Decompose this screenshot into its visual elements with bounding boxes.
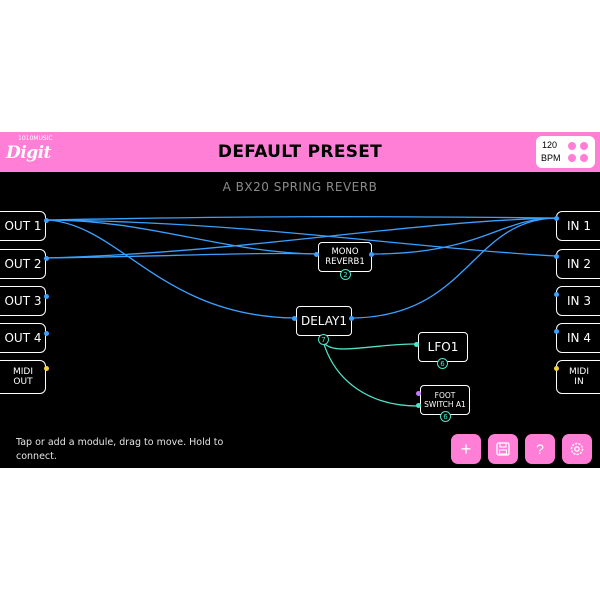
jack-port[interactable]	[44, 256, 49, 261]
jack-port[interactable]	[554, 329, 559, 334]
jack-label: OUT 2	[4, 257, 42, 271]
jack-port[interactable]	[554, 216, 559, 221]
help-hint: Tap or add a module, drag to move. Hold …	[16, 437, 224, 462]
midi-out-jack[interactable]: MIDI OUT	[0, 360, 46, 394]
module-output-port[interactable]	[369, 252, 374, 257]
jack-label: OUT 3	[4, 294, 42, 308]
help-icon: ?	[536, 441, 544, 457]
jack-label: MIDI IN	[568, 367, 589, 387]
input-jack-4[interactable]: IN 4	[556, 323, 600, 353]
audio-cable	[46, 219, 295, 319]
module-label: FOOT SWITCH A1	[424, 391, 466, 409]
output-jack-2[interactable]: OUT 2	[0, 249, 46, 279]
audio-cable	[46, 252, 317, 259]
jack-port[interactable]	[554, 292, 559, 297]
output-jack-4[interactable]: OUT 4	[0, 323, 46, 353]
jack-label: OUT 1	[4, 219, 42, 233]
jack-label: IN 1	[567, 219, 591, 233]
input-jack-3[interactable]: IN 3	[556, 286, 600, 316]
jack-port[interactable]	[554, 254, 559, 259]
jack-label: MIDI OUT	[12, 367, 33, 387]
input-jack-1[interactable]: IN 1	[556, 211, 600, 241]
module-output-port[interactable]	[349, 316, 354, 321]
module-badge: 7	[318, 334, 329, 345]
module-input-port[interactable]	[292, 316, 297, 321]
midi-port[interactable]	[554, 366, 559, 371]
cv-cable	[322, 340, 419, 407]
cv-cable	[322, 340, 417, 350]
digit-app-window: 1010MUSIC Digit DEFAULT PRESET 120 BPM A…	[0, 132, 600, 468]
jack-label: IN 4	[567, 331, 591, 345]
audio-cable	[352, 217, 557, 319]
module-delay[interactable]: DELAY1	[296, 306, 352, 336]
save-icon	[496, 442, 510, 456]
patch-cables	[46, 216, 557, 407]
plus-icon: +	[460, 438, 472, 459]
module-badge: 2	[340, 269, 351, 280]
save-button[interactable]	[488, 434, 518, 464]
jack-label: IN 2	[567, 257, 591, 271]
module-input-port[interactable]	[314, 252, 319, 257]
midi-port[interactable]	[44, 366, 49, 371]
settings-icon	[570, 442, 584, 456]
settings-button[interactable]	[562, 434, 592, 464]
module-badge: 6	[437, 358, 448, 369]
jack-port[interactable]	[44, 294, 49, 299]
output-jack-3[interactable]: OUT 3	[0, 286, 46, 316]
output-jack-1[interactable]: OUT 1	[0, 211, 46, 241]
audio-cable	[46, 217, 557, 259]
module-label: MONO REVERB1	[325, 247, 365, 267]
module-mono-reverb[interactable]: MONO REVERB1	[318, 242, 372, 272]
module-label: DELAY1	[300, 314, 348, 328]
help-button[interactable]: ?	[525, 434, 555, 464]
jack-label: IN 3	[567, 294, 591, 308]
module-input-port[interactable]	[414, 342, 419, 347]
audio-cable	[46, 216, 557, 221]
module-input-port[interactable]	[416, 403, 421, 408]
jack-port[interactable]	[44, 218, 49, 223]
add-module-button[interactable]: +	[451, 434, 481, 464]
module-label: LFO1	[427, 340, 459, 354]
midi-in-jack[interactable]: MIDI IN	[556, 360, 600, 394]
module-input-port[interactable]	[416, 391, 421, 396]
jack-label: OUT 4	[4, 331, 42, 345]
jack-port[interactable]	[44, 331, 49, 336]
module-badge: 6	[440, 411, 451, 422]
input-jack-2[interactable]: IN 2	[556, 249, 600, 279]
